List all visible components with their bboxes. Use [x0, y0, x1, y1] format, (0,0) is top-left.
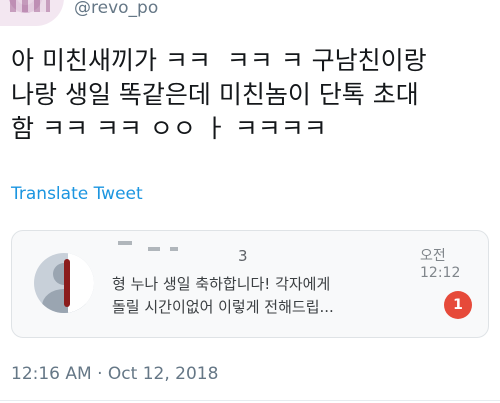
sender-avatar [34, 253, 94, 313]
user-avatar[interactable] [0, 0, 64, 26]
avatar-redaction [68, 253, 94, 313]
unread-count-badge: 1 [444, 291, 472, 319]
user-handle[interactable]: @revo_po [74, 0, 158, 18]
avatar-redaction-mark [64, 259, 70, 307]
notification-message: 형 누나 생일 축하합니다! 각자에게 돌릴 시간이없어 이렇게 전해드립... [112, 275, 334, 316]
tweet-header: @revo_po [0, 0, 500, 34]
divider [0, 400, 500, 401]
redaction-mark [170, 247, 178, 251]
sender-name-suffix: 3 [238, 247, 248, 265]
notification-time: 오전 12:12 [420, 248, 461, 281]
tweet-text: 아 미친새끼가 ㅋㅋ ㅋㅋ ㅋ 구남친이랑 나랑 생일 똑같은데 미친놈이 단톡… [11, 46, 427, 143]
redaction-mark [118, 241, 132, 245]
translate-tweet-link[interactable]: Translate Tweet [11, 184, 143, 204]
redaction-mark [148, 247, 160, 251]
notification-card: 3 오전 12:12 형 누나 생일 축하합니다! 각자에게 돌릴 시간이없어 … [11, 230, 489, 338]
tweet-timestamp[interactable]: 12:16 AM · Oct 12, 2018 [11, 364, 218, 384]
sender-name-redacted [118, 239, 178, 259]
